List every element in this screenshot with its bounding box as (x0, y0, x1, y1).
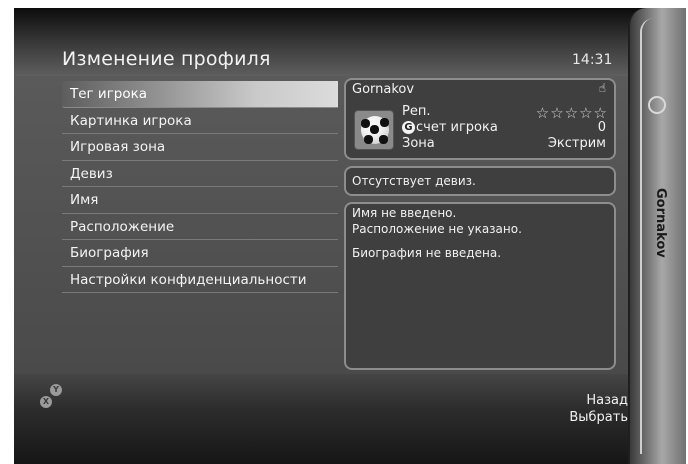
zone-value: Экстрим (547, 136, 606, 151)
bio-biography-text: Биография не введена. (352, 246, 502, 260)
gamerscore-value: 0 (597, 120, 606, 135)
gamerpic-soccer-ball (354, 110, 394, 150)
menu-item-name[interactable]: Имя (62, 187, 338, 214)
x-button-icon: X (40, 396, 52, 408)
gamerscore-label: счет игрока (416, 120, 498, 135)
header-bar: Изменение профиля 14:31 (14, 8, 654, 76)
star-empty-icon: ☆ (550, 104, 565, 122)
main-content: Тег игрока Картинка игрока Игровая зона … (14, 76, 654, 374)
y-button-icon: Y (50, 384, 62, 396)
blade-gamertag: Gornakov (653, 188, 668, 258)
blade-knob-icon (648, 96, 666, 114)
bio-panel: Имя не введено. Расположение не указано.… (344, 202, 616, 370)
menu-item-biography[interactable]: Биография (62, 240, 338, 267)
star-empty-icon: ☆ (535, 104, 551, 122)
gamerscore-icon: G (402, 121, 415, 134)
motto-text: Отсутствует девиз. (352, 174, 476, 188)
back-button[interactable]: Назад B (586, 393, 644, 408)
gamertag-blade[interactable]: Gornakov (628, 8, 686, 464)
menu-item-privacy-settings[interactable]: Настройки конфиденциальности (62, 267, 338, 293)
dashboard-screen: Изменение профиля 14:31 Тег игрока Карти… (14, 8, 686, 464)
footer-bar: Y X Назад B Выбрать A (14, 374, 654, 464)
select-button[interactable]: Выбрать A (569, 410, 644, 425)
menu-item-gamerpic[interactable]: Картинка игрока (62, 108, 338, 134)
bio-name-text: Имя не введено. (352, 206, 457, 220)
hand-icon: ☝ (598, 81, 606, 95)
gamerscore-row: Gсчет игрока (402, 120, 498, 135)
select-label: Выбрать (569, 410, 628, 425)
star-empty-icon: ☆ (564, 104, 580, 122)
page-title: Изменение профиля (62, 48, 271, 70)
star-empty-icon: ☆ (579, 104, 594, 122)
back-label: Назад (586, 393, 628, 408)
clock: 14:31 (572, 52, 613, 68)
menu-item-location[interactable]: Расположение (62, 214, 338, 240)
soccer-ball-icon (361, 116, 389, 144)
rep-label: Реп. (402, 104, 431, 119)
motto-panel: Отсутствует девиз. (344, 166, 616, 196)
menu-item-gamer-zone[interactable]: Игровая зона (62, 134, 338, 161)
zone-label: Зона (402, 136, 435, 151)
menu-item-motto[interactable]: Девиз (62, 161, 338, 187)
gamer-card: Gornakov ☝ Реп. ☆☆☆☆☆ Gсчет игрока 0 Зон… (344, 78, 616, 160)
gamertag-label: Gornakov (352, 82, 415, 97)
profile-menu: Тег игрока Картинка игрока Игровая зона … (62, 81, 338, 293)
bio-location-text: Расположение не указано. (352, 222, 522, 236)
menu-item-gamertag[interactable]: Тег игрока (62, 81, 338, 108)
